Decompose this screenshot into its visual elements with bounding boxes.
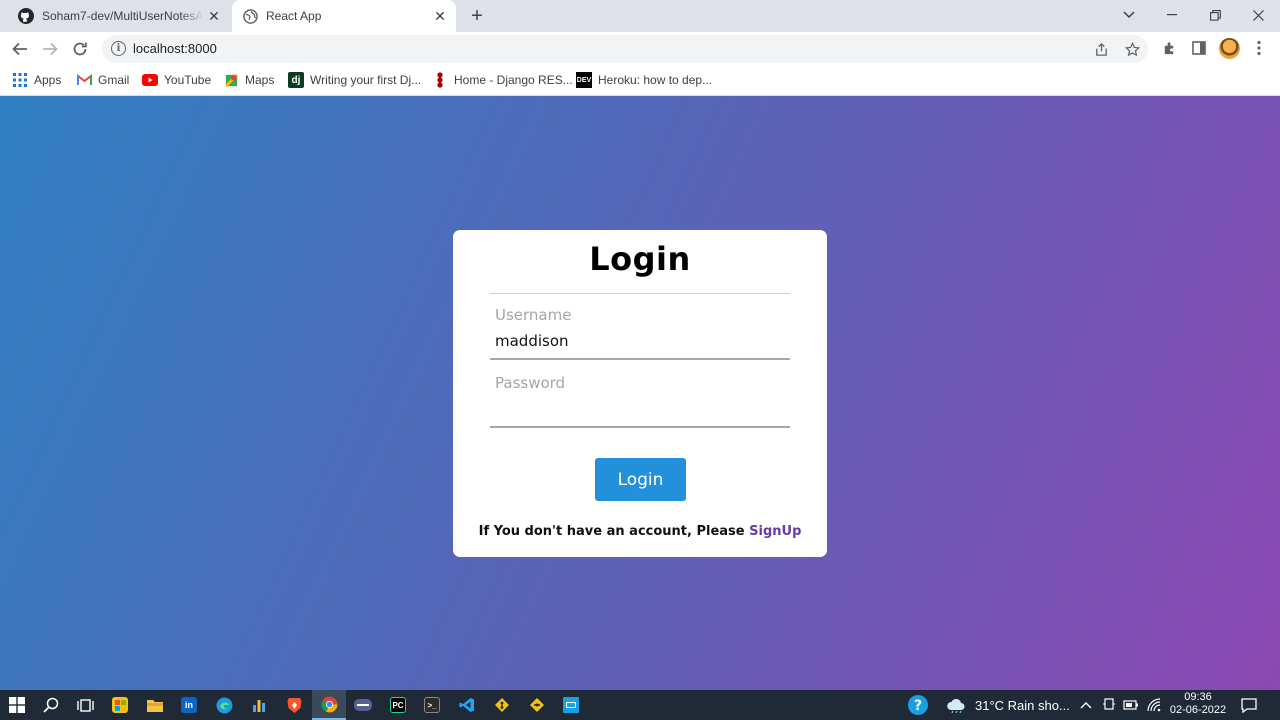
new-tab-button[interactable]: + bbox=[466, 5, 488, 27]
info-icon[interactable]: i bbox=[111, 41, 126, 56]
windows-taskbar: in PC >_ ? 31°C Rain sho... 09:36 02-06-… bbox=[0, 690, 1280, 720]
django-icon: dj bbox=[288, 72, 304, 88]
chrome-icon[interactable] bbox=[312, 690, 346, 720]
search-icon[interactable] bbox=[39, 693, 63, 717]
device-icon[interactable] bbox=[1097, 693, 1121, 717]
tab-react-app[interactable]: React App ✕ bbox=[232, 0, 456, 32]
tab-search-icon[interactable] bbox=[1107, 0, 1151, 30]
windows-start-icon[interactable] bbox=[5, 693, 29, 717]
login-card: Login Username Password Login If You don… bbox=[453, 230, 827, 557]
bookmark-label: Writing your first Dj... bbox=[310, 73, 422, 87]
cmd-icon[interactable]: >_ bbox=[420, 693, 444, 717]
restore-button[interactable] bbox=[1193, 0, 1237, 30]
apps-grid-icon bbox=[12, 72, 28, 88]
bookmark-label: Maps bbox=[245, 73, 275, 87]
bookmark-maps[interactable]: Maps bbox=[223, 71, 274, 89]
tab-github[interactable]: Soham7-dev/MultiUserNotesApp ✕ bbox=[8, 0, 230, 32]
bookmark-label: YouTube bbox=[164, 73, 212, 87]
battery-icon[interactable] bbox=[1119, 693, 1143, 717]
minimize-button[interactable] bbox=[1150, 0, 1194, 30]
git-icon[interactable] bbox=[490, 693, 514, 717]
bookmark-youtube[interactable]: YouTube bbox=[142, 71, 211, 89]
address-bar[interactable]: i localhost:8000 bbox=[102, 35, 1148, 63]
app-window-icon[interactable] bbox=[559, 693, 583, 717]
share-icon[interactable] bbox=[1092, 40, 1110, 58]
close-icon[interactable]: ✕ bbox=[204, 6, 224, 26]
github-icon bbox=[18, 8, 34, 24]
page-title: Login bbox=[589, 240, 691, 278]
youtube-icon bbox=[142, 72, 158, 88]
close-window-button[interactable] bbox=[1236, 0, 1280, 30]
username-field: Username bbox=[490, 294, 790, 360]
weather-text[interactable]: 31°C Rain sho... bbox=[975, 698, 1070, 713]
tab-strip: Soham7-dev/MultiUserNotesApp ✕ React App… bbox=[0, 0, 1280, 32]
linkedin-icon[interactable]: in bbox=[177, 693, 201, 717]
more-menu-icon[interactable] bbox=[1249, 38, 1269, 58]
chart-app-icon[interactable] bbox=[247, 693, 271, 717]
notification-icon[interactable] bbox=[1237, 693, 1261, 717]
profile-avatar[interactable] bbox=[1219, 38, 1240, 59]
username-input[interactable] bbox=[495, 330, 785, 352]
forward-button[interactable] bbox=[37, 36, 63, 62]
page-background: Login Username Password Login If You don… bbox=[0, 96, 1280, 690]
star-icon[interactable] bbox=[1123, 40, 1141, 58]
bookmark-label: Gmail bbox=[98, 73, 130, 87]
bookmark-heroku[interactable]: DEV Heroku: how to dep... bbox=[576, 71, 712, 89]
side-panel-icon[interactable] bbox=[1189, 38, 1209, 58]
signup-prompt-text: If You don't have an account, Please bbox=[478, 524, 745, 539]
extensions-icon[interactable] bbox=[1159, 38, 1179, 58]
tab-title: React App bbox=[266, 9, 322, 23]
bookmarks-bar: Apps Gmail YouTube Maps dj Writing your … bbox=[0, 65, 1280, 96]
bookmark-django-tutorial[interactable]: dj Writing your first Dj... bbox=[288, 71, 421, 89]
globe-icon bbox=[242, 8, 258, 24]
bookmark-gmail[interactable]: Gmail bbox=[76, 71, 129, 89]
close-icon[interactable]: ✕ bbox=[430, 6, 450, 26]
dev-icon: DEV bbox=[576, 72, 592, 88]
pycharm-icon[interactable]: PC bbox=[386, 693, 410, 717]
bookmark-django-rest[interactable]: Home - Django RES... bbox=[432, 71, 573, 89]
password-field: Password bbox=[490, 362, 790, 428]
brave-icon[interactable] bbox=[282, 693, 306, 717]
terminal-app-icon[interactable] bbox=[351, 693, 375, 717]
login-button[interactable]: Login bbox=[595, 458, 686, 501]
vscode-icon[interactable] bbox=[455, 693, 479, 717]
back-button[interactable] bbox=[7, 36, 33, 62]
url-text: localhost:8000 bbox=[133, 41, 217, 56]
drf-icon bbox=[432, 72, 448, 88]
clock-date: 02-06-2022 bbox=[1169, 704, 1227, 716]
svg-text:?: ? bbox=[914, 698, 922, 714]
git-bash-icon[interactable] bbox=[525, 693, 549, 717]
chevron-up-icon[interactable] bbox=[1074, 693, 1098, 717]
password-input[interactable] bbox=[495, 398, 785, 420]
password-label: Password bbox=[495, 374, 566, 392]
browser-toolbar: i localhost:8000 bbox=[0, 32, 1280, 65]
reload-button[interactable] bbox=[67, 36, 93, 62]
bookmark-apps[interactable]: Apps bbox=[12, 71, 61, 89]
task-view-icon[interactable] bbox=[73, 693, 97, 717]
gmail-icon bbox=[76, 72, 92, 88]
edge-icon[interactable] bbox=[212, 693, 236, 717]
signup-prompt: If You don't have an account, Please Sig… bbox=[453, 524, 827, 539]
bookmark-label: Apps bbox=[34, 73, 62, 87]
file-explorer-icon[interactable] bbox=[143, 693, 167, 717]
store-icon[interactable] bbox=[108, 693, 132, 717]
bookmark-label: Heroku: how to dep... bbox=[598, 73, 713, 87]
system-clock[interactable]: 09:36 02-06-2022 bbox=[1168, 691, 1228, 717]
signup-link[interactable]: SignUp bbox=[749, 524, 801, 539]
bookmark-label: Home - Django RES... bbox=[454, 73, 573, 87]
help-icon[interactable]: ? bbox=[906, 693, 930, 717]
maps-icon bbox=[223, 72, 239, 88]
weather-icon[interactable] bbox=[944, 693, 968, 717]
wifi-icon[interactable] bbox=[1142, 693, 1166, 717]
clock-time: 09:36 bbox=[1184, 691, 1212, 703]
tab-title: Soham7-dev/MultiUserNotesApp bbox=[42, 9, 204, 23]
username-label: Username bbox=[495, 306, 572, 324]
